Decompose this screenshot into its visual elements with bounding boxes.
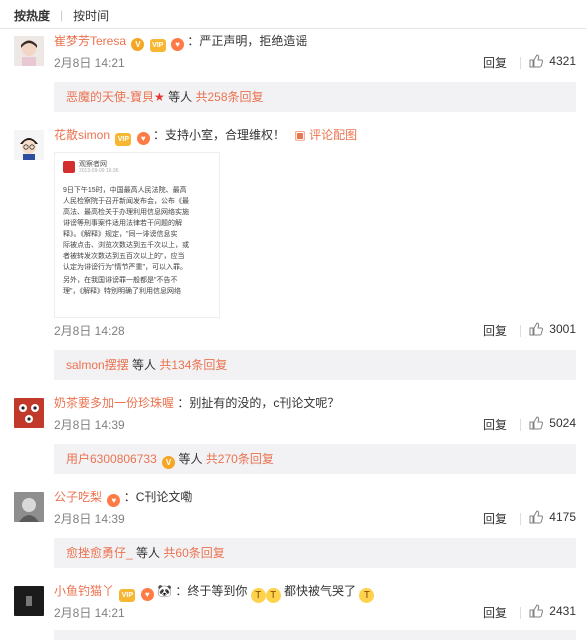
comment-date: 2月8日 14:21 [54, 56, 125, 70]
avatar[interactable] [14, 36, 44, 66]
reply-button[interactable]: 回复 [483, 416, 507, 433]
divider [520, 607, 521, 619]
comment-date: 2月8日 14:28 [54, 324, 125, 338]
replies-summary[interactable]: 恶魔的天使-寶貝★ 等人 共258条回复 [54, 82, 576, 112]
image-source-date: 2013-09-09 16:36 [79, 168, 119, 174]
username[interactable]: 公子吃梨 [54, 490, 102, 504]
thumbs-up-icon [529, 510, 544, 524]
avatar[interactable] [14, 398, 44, 428]
comment-date: 2月8日 14:39 [54, 418, 125, 432]
like-button[interactable]: 3001 [529, 322, 576, 336]
reply-suffix: 等人 [178, 452, 203, 466]
replies-summary[interactable] [54, 630, 576, 640]
like-count: 5024 [549, 416, 576, 430]
divider [520, 325, 521, 337]
like-count: 3001 [549, 322, 576, 336]
username[interactable]: 小鱼钓猫丫 [54, 584, 114, 598]
thumbs-up-icon [529, 322, 544, 336]
divider [520, 513, 521, 525]
reply-button[interactable]: 回复 [483, 54, 507, 71]
thumbs-up-icon [529, 604, 544, 618]
divider [520, 419, 521, 431]
reply-count[interactable]: 共134条回复 [159, 358, 227, 372]
reply-count[interactable]: 共270条回复 [206, 452, 274, 466]
member-level-icon: VIP [119, 589, 136, 602]
sort-by-heat[interactable]: 按热度 [14, 7, 50, 24]
username[interactable]: 崔梦芳Teresa [54, 34, 126, 48]
comment-text: ：别扯有的没的，c刊论文呢？ [177, 396, 340, 410]
like-button[interactable]: 4175 [529, 510, 576, 524]
star-icon: ★ [154, 90, 165, 104]
image-paragraph: 另外，在我国诽谤罪一般都是"不告不 理"，《解释》特别明确了利用信息网络 [63, 277, 181, 295]
crying-emoji-icon: T [265, 588, 281, 603]
avatar[interactable] [14, 492, 44, 522]
comment-image-label: 评论配图 [309, 128, 358, 142]
comment-text: 都快被气哭了 [284, 584, 357, 598]
thumbs-up-icon [529, 54, 544, 68]
fan-badge-icon: ♥ [140, 588, 154, 601]
reply-suffix: 等人 [168, 90, 193, 104]
member-level-icon: VIP [115, 133, 132, 146]
reply-suffix: 等人 [132, 358, 157, 372]
reply-button[interactable]: 回复 [483, 322, 507, 339]
reply-count[interactable]: 共258条回复 [195, 90, 263, 104]
thumbs-up-icon [529, 416, 544, 430]
verified-icon: V [162, 456, 176, 469]
sort-separator: | [60, 8, 64, 22]
panda-emoji-icon: 🐼 [157, 584, 172, 598]
replies-summary[interactable]: 用户6300806733 V 等人 共270条回复 [54, 444, 576, 474]
reply-user[interactable]: 愈挫愈勇仔_ [66, 546, 133, 560]
comment-meta: 2月8日 14:21 回复 4321 [54, 54, 576, 72]
sort-bar: 按热度 | 按时间 [14, 6, 109, 24]
like-count: 4321 [549, 54, 576, 68]
comment-text: ：严正声明，拒绝造谣 [187, 34, 308, 48]
comment-meta: 2月8日 14:28 回复 3001 [54, 322, 576, 340]
fan-badge-icon: ♥ [136, 132, 150, 145]
comment-text: ：终于等到你 [175, 584, 248, 598]
reply-user[interactable]: 用户6300806733 [66, 452, 157, 466]
divider [520, 57, 521, 69]
news-logo-icon [63, 161, 75, 173]
avatar[interactable] [14, 130, 44, 160]
crying-emoji-icon: T [359, 588, 375, 603]
reply-user[interactable]: 恶魔的天使-寶貝 [66, 90, 154, 104]
comment-text: ：C刊论文嘞 [123, 490, 193, 504]
like-button[interactable]: 4321 [529, 54, 576, 68]
like-button[interactable]: 2431 [529, 604, 576, 618]
like-button[interactable]: 5024 [529, 416, 576, 430]
comment-image-link[interactable]: ▣ 评论配图 [294, 128, 357, 142]
comment-image[interactable]: 观察者网 2013-09-09 16:36 9日下午15时，中国最高人民法院、最… [54, 152, 220, 318]
username[interactable]: 花散simon [54, 128, 110, 142]
reply-button[interactable]: 回复 [483, 510, 507, 527]
like-count: 4175 [549, 510, 576, 524]
comment-meta: 2月8日 14:39 回复 5024 [54, 416, 576, 434]
image-icon: ▣ [294, 128, 306, 142]
comment-meta: 2月8日 14:39 回复 4175 [54, 510, 576, 528]
reply-suffix: 等人 [136, 546, 161, 560]
replies-summary[interactable]: 愈挫愈勇仔_ 等人 共60条回复 [54, 538, 576, 568]
verified-icon: V [131, 38, 145, 51]
reply-button[interactable]: 回复 [483, 604, 507, 621]
image-paragraph: 9日下午15时，中国最高人民法院、最高 人民检察院于召开新闻发布会，公布《最 高… [63, 187, 189, 271]
like-count: 2431 [549, 604, 576, 618]
comment-date: 2月8日 14:39 [54, 512, 125, 526]
avatar[interactable] [14, 586, 44, 616]
reply-user[interactable]: salmon摆摆 [66, 358, 129, 372]
fan-badge-icon: ♥ [171, 38, 185, 51]
replies-summary[interactable]: salmon摆摆 等人 共134条回复 [54, 350, 576, 380]
sort-by-time[interactable]: 按时间 [73, 7, 109, 24]
reply-count[interactable]: 共60条回复 [163, 546, 224, 560]
comment-meta: 2月8日 14:21 回复 2431 [54, 604, 576, 622]
crying-emoji-icon: T [250, 588, 266, 603]
comment-date: 2月8日 14:21 [54, 606, 125, 620]
divider [0, 28, 586, 29]
member-level-icon: VIP [149, 39, 166, 52]
fan-badge-icon: ♥ [107, 494, 121, 507]
username[interactable]: 奶茶要多加一份珍珠喔 [54, 396, 174, 410]
comment-text: ：支持小室，合理维权！ [153, 128, 286, 142]
